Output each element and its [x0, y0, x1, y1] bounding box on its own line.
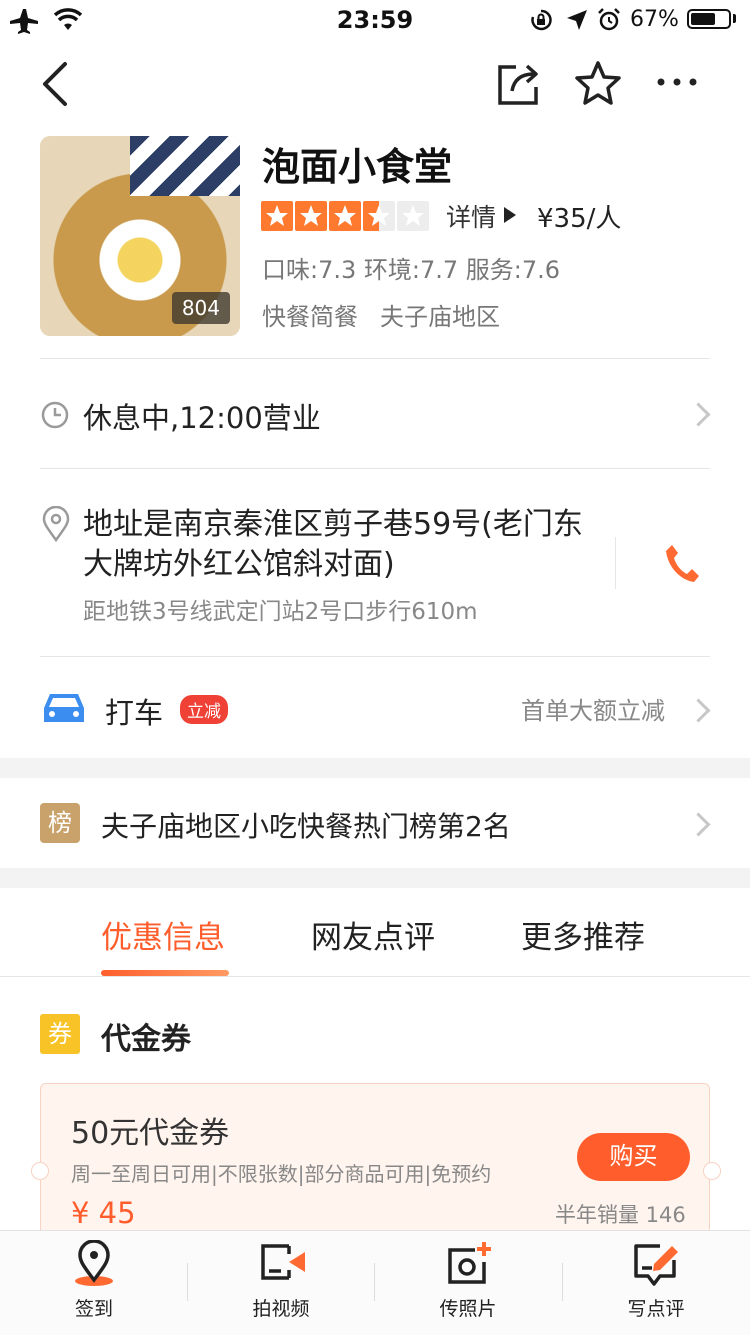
location-checkin-icon [75, 1239, 113, 1286]
section-gap [0, 758, 750, 778]
section-gap [0, 868, 750, 888]
ranking-icon: 榜 [40, 803, 80, 843]
buy-button[interactable]: 购买 [577, 1133, 690, 1181]
category: 快餐简餐 [262, 303, 358, 331]
sales-count: 半年销量 146 [555, 1203, 686, 1227]
hours-row[interactable]: 休息中,12:00营业 [0, 360, 750, 468]
shop-photo[interactable]: 804 [40, 136, 240, 336]
hours-text: 休息中,12:00营业 [83, 401, 321, 435]
rating-star [397, 201, 429, 231]
rating-star [363, 201, 395, 231]
category-area: 快餐简餐 夫子庙地区 [262, 297, 500, 332]
tabbar-review[interactable]: 写点评 [562, 1240, 750, 1321]
alarm-icon [598, 8, 620, 31]
chevron-right-icon [686, 698, 711, 723]
battery-tip [733, 14, 736, 23]
status-bar: 23:59 67% [0, 0, 750, 42]
tabs-divider [0, 976, 750, 977]
taxi-promo: 首单大额立减 [521, 697, 665, 725]
tab-reviews[interactable]: 网友点评 [311, 912, 435, 957]
shop-name: 泡面小食堂 [262, 145, 453, 189]
divider [40, 656, 710, 657]
orientation-lock-icon [531, 9, 552, 31]
battery-percent: 67% [630, 7, 679, 32]
area: 夫子庙地区 [380, 303, 500, 331]
address-text[interactable]: 地址是南京秦淮区剪子巷59号(老门东大牌坊外红公馆斜对面) [83, 505, 603, 585]
more-icon[interactable] [655, 74, 699, 90]
favorite-star-icon[interactable] [573, 60, 623, 108]
share-icon[interactable] [496, 61, 542, 107]
battery-icon [687, 9, 731, 29]
price-per-person: ¥35/人 [537, 204, 622, 234]
coupon-price: ¥ 45 [71, 1196, 136, 1230]
write-review-icon [634, 1244, 678, 1286]
card-notch-right [703, 1162, 721, 1180]
tabbar-label: 拍视频 [252, 1298, 310, 1320]
tabbar-label: 传照片 [439, 1298, 497, 1320]
tabbar-photo[interactable]: 传照片 [374, 1240, 562, 1321]
details-link[interactable]: 详情 [446, 198, 496, 234]
taxi-label: 打车 [105, 696, 164, 730]
subway-distance: 距地铁3号线武定门站2号口步行610m [83, 599, 478, 625]
video-camera-icon [261, 1244, 305, 1280]
add-photo-icon [448, 1242, 491, 1284]
phone-icon[interactable] [664, 543, 700, 583]
rating-star [329, 201, 361, 231]
coupon-icon: 券 [40, 1014, 80, 1054]
discount-badge: 立减 [180, 695, 228, 724]
tabbar-label: 写点评 [627, 1298, 685, 1320]
tab-recommendations[interactable]: 更多推荐 [521, 912, 645, 957]
card-notch-left [31, 1162, 49, 1180]
chevron-right-icon [686, 402, 711, 427]
coupon-terms: 周一至周日可用|不限张数|部分商品可用|免预约 [71, 1162, 492, 1186]
divider [40, 358, 710, 359]
score-breakdown: 口味:7.3 环境:7.7 服务:7.6 [262, 256, 561, 284]
vertical-divider [615, 537, 616, 589]
coupon-section-title: 代金券 [101, 1022, 191, 1057]
back-icon[interactable] [38, 60, 70, 108]
tabbar-video[interactable]: 拍视频 [187, 1240, 375, 1321]
clock-icon [41, 401, 69, 429]
tab-deals[interactable]: 优惠信息 [101, 912, 225, 957]
location-arrow-icon [567, 10, 587, 30]
car-icon [44, 694, 84, 722]
rating-stars [261, 201, 429, 231]
rating-star [261, 201, 293, 231]
coupon-title: 50元代金券 [71, 1116, 230, 1151]
tabbar-checkin[interactable]: 签到 [0, 1239, 188, 1321]
photo-count: 804 [171, 292, 230, 324]
chevron-right-icon [686, 812, 711, 837]
location-pin-icon [42, 506, 70, 542]
ranking-text: 夫子庙地区小吃快餐热门榜第2名 [101, 810, 511, 843]
tabbar-label: 签到 [74, 1298, 113, 1320]
triangle-right-icon [504, 207, 516, 223]
divider [40, 468, 710, 469]
rating-star [295, 201, 327, 231]
photo-tablecloth-pattern [130, 136, 240, 196]
